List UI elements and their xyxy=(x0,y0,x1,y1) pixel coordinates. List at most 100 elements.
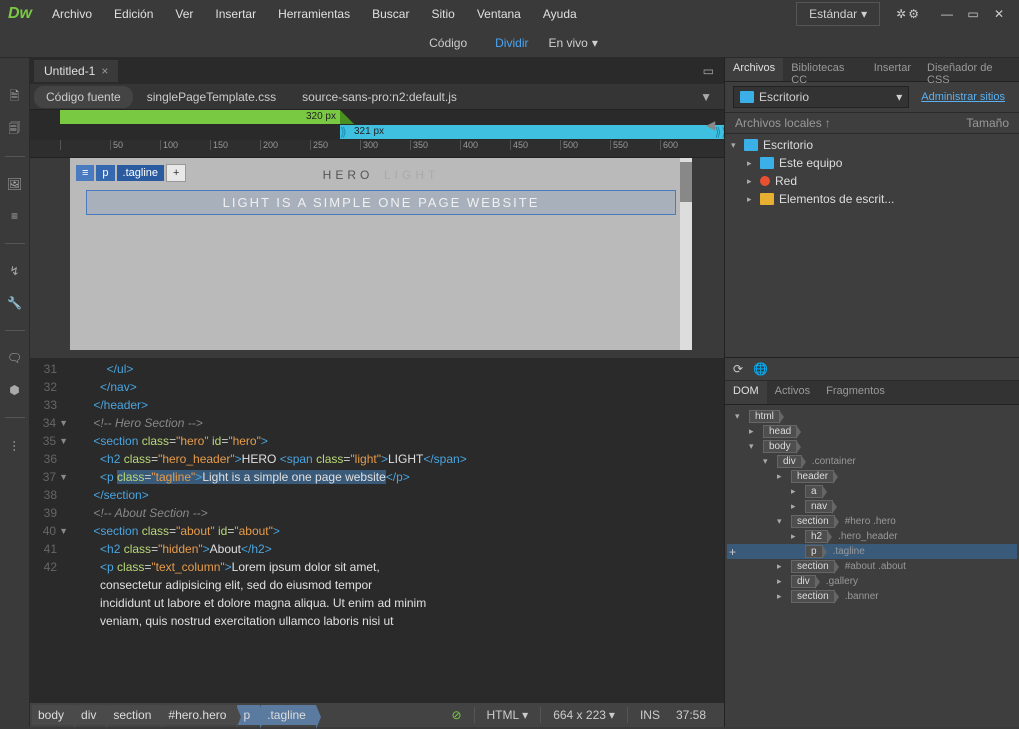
code-editor[interactable]: 31323334▼35▼3637▼383940▼4142 </ul> </nav… xyxy=(30,358,724,703)
admin-sites-link[interactable]: Administrar sitios xyxy=(915,91,1011,103)
dom-node[interactable]: ▸header xyxy=(727,469,1017,484)
menu-ventana[interactable]: Ventana xyxy=(467,3,531,25)
live-view: ≡ p .tagline + HERO LIGHT LIGHT IS A SIM… xyxy=(30,158,724,358)
view-live[interactable]: En vivo ▾ xyxy=(548,36,597,50)
lint-ok-icon[interactable]: ⊘ xyxy=(447,708,465,722)
more-icon[interactable]: ⋯ xyxy=(6,436,24,454)
menu-ayuda[interactable]: Ayuda xyxy=(533,3,587,25)
refresh-icon[interactable]: ⟳ xyxy=(733,362,743,376)
image-icon[interactable]: 🖼 xyxy=(6,175,24,193)
dom-node[interactable]: ▸section#about .about xyxy=(727,559,1017,574)
menu-insertar[interactable]: Insertar xyxy=(205,3,266,25)
ruler: 50100150200250300350400450500550600 xyxy=(30,140,724,158)
tree-row[interactable]: ▸Red xyxy=(725,172,1019,190)
dom-node[interactable]: ▸head xyxy=(727,424,1017,439)
files-icon[interactable]: 🗐 xyxy=(6,120,24,138)
view-split[interactable]: Dividir xyxy=(487,32,536,54)
wrench-icon[interactable]: 🔧 xyxy=(6,294,24,312)
minimize-button[interactable]: — xyxy=(935,4,959,24)
tab-bibliotecas[interactable]: Bibliotecas CC xyxy=(783,58,866,81)
dom-node[interactable]: +p.tagline xyxy=(727,544,1017,559)
element-menu-icon[interactable]: ≡ xyxy=(76,165,94,181)
tab-activos[interactable]: Activos xyxy=(767,381,818,404)
dom-node[interactable]: ▾section#hero .hero xyxy=(727,514,1017,529)
menu-ver[interactable]: Ver xyxy=(165,3,203,25)
dom-node[interactable]: ▸a xyxy=(727,484,1017,499)
crumb-div[interactable]: div xyxy=(75,705,106,725)
browser-frame[interactable]: ≡ p .tagline + HERO LIGHT LIGHT IS A SIM… xyxy=(70,158,692,350)
dom-node[interactable]: ▾html xyxy=(727,409,1017,424)
menu-archivo[interactable]: Archivo xyxy=(42,3,102,25)
file-icon[interactable]: 🗎 xyxy=(6,88,24,106)
comment-icon[interactable]: 🗨 xyxy=(6,349,24,367)
chevron-down-icon: ▾ xyxy=(861,7,867,21)
wand-icon[interactable]: ↯ xyxy=(6,262,24,280)
element-add-button[interactable]: + xyxy=(166,164,186,182)
menu-edicion[interactable]: Edición xyxy=(104,3,163,25)
dom-node[interactable]: ▸section.banner xyxy=(727,589,1017,604)
js-file-tab[interactable]: source-sans-pro:n2:default.js xyxy=(290,86,469,108)
view-code[interactable]: Código xyxy=(421,32,475,54)
dom-tree[interactable]: ▾html▸head▾body▾div.container▸header▸a▸n… xyxy=(725,405,1019,727)
menu-sitio[interactable]: Sitio xyxy=(421,3,464,25)
code-content[interactable]: </ul> </nav> </header> <!-- Hero Section… xyxy=(76,358,724,703)
folder-select[interactable]: Escritorio ▾ xyxy=(733,86,909,108)
close-icon[interactable]: × xyxy=(101,64,108,78)
tab-css[interactable]: Diseñador de CSS xyxy=(919,58,1019,81)
panel-menu-icon[interactable]: ▭ xyxy=(703,64,720,78)
crumb-hero[interactable]: #hero.hero xyxy=(162,705,236,725)
source-code-tab[interactable]: Código fuente xyxy=(34,86,133,108)
related-files-bar: Código fuente singlePageTemplate.css sou… xyxy=(30,84,724,110)
dom-node[interactable]: ▾div.container xyxy=(727,454,1017,469)
breakpoint-green[interactable]: 320 px xyxy=(60,110,340,124)
maximize-button[interactable]: ▭ xyxy=(961,4,985,24)
element-display[interactable]: ≡ p .tagline + xyxy=(76,164,186,182)
crumb-body[interactable]: body xyxy=(32,705,74,725)
tree-row[interactable]: ▾Escritorio xyxy=(725,136,1019,154)
gear-icon[interactable]: ⚙ xyxy=(908,7,919,21)
filter-icon[interactable]: ▼ xyxy=(700,90,720,104)
crumb-tagline[interactable]: .tagline xyxy=(261,705,316,725)
dom-node[interactable]: ▸h2.hero_header xyxy=(727,529,1017,544)
lang-selector[interactable]: HTML ▾ xyxy=(483,708,533,722)
step-icon[interactable]: ≡ xyxy=(6,207,24,225)
menu-buscar[interactable]: Buscar xyxy=(362,3,419,25)
menu-herramientas[interactable]: Herramientas xyxy=(268,3,360,25)
files-panel-tabs: Archivos Bibliotecas CC Insertar Diseñad… xyxy=(725,58,1019,82)
globe-icon[interactable]: 🌐 xyxy=(753,362,768,376)
file-tree[interactable]: ▾Escritorio▸Este equipo▸Red▸Elementos de… xyxy=(725,134,1019,210)
crumb-section[interactable]: section xyxy=(107,705,161,725)
document-tab[interactable]: Untitled-1 × xyxy=(34,60,118,82)
tab-dom[interactable]: DOM xyxy=(725,381,767,404)
col-name[interactable]: Archivos locales↑ xyxy=(735,116,831,130)
view-switcher: Código Dividir En vivo ▾ xyxy=(0,28,1019,58)
breakpoint-bar[interactable]: 320 px ⟫ 321 px ⟫⟫ ◀ xyxy=(30,110,724,140)
cursor-pos: 37:58 xyxy=(672,708,710,722)
dom-node[interactable]: ▸nav xyxy=(727,499,1017,514)
css-file-tab[interactable]: singlePageTemplate.css xyxy=(135,86,288,108)
document-tabs: Untitled-1 × ▭ xyxy=(30,58,724,84)
sync-icon[interactable]: ✲ xyxy=(896,7,906,21)
dimensions[interactable]: 664 x 223 ▾ xyxy=(549,708,619,722)
scrub-handle[interactable]: ◀ xyxy=(706,110,716,140)
dom-panel-tabs: DOM Activos Fragmentos xyxy=(725,381,1019,405)
col-size[interactable]: Tamaño xyxy=(966,116,1009,130)
breakpoint-blue[interactable]: ⟫ 321 px ⟫⟫ xyxy=(340,125,724,139)
close-button[interactable]: ✕ xyxy=(987,4,1011,24)
tab-fragmentos[interactable]: Fragmentos xyxy=(818,381,893,404)
tab-archivos[interactable]: Archivos xyxy=(725,58,783,81)
workspace-selector[interactable]: Estándar ▾ xyxy=(796,2,880,26)
monitor-icon xyxy=(740,91,754,103)
tagline-element[interactable]: LIGHT IS A SIMPLE ONE PAGE WEBSITE xyxy=(86,190,676,215)
chevron-down-icon: ▾ xyxy=(592,36,598,50)
scrollbar[interactable] xyxy=(680,158,692,350)
tree-row[interactable]: ▸Elementos de escrit... xyxy=(725,190,1019,208)
dom-node[interactable]: ▸div.gallery xyxy=(727,574,1017,589)
tab-insertar[interactable]: Insertar xyxy=(866,58,919,81)
tree-row[interactable]: ▸Este equipo xyxy=(725,154,1019,172)
dom-node[interactable]: ▾body xyxy=(727,439,1017,454)
insert-mode[interactable]: INS xyxy=(636,708,664,722)
color-icon[interactable]: ⬢ xyxy=(6,381,24,399)
workspace-label: Estándar xyxy=(809,7,857,21)
line-gutter: 31323334▼35▼3637▼383940▼4142 xyxy=(30,358,76,703)
